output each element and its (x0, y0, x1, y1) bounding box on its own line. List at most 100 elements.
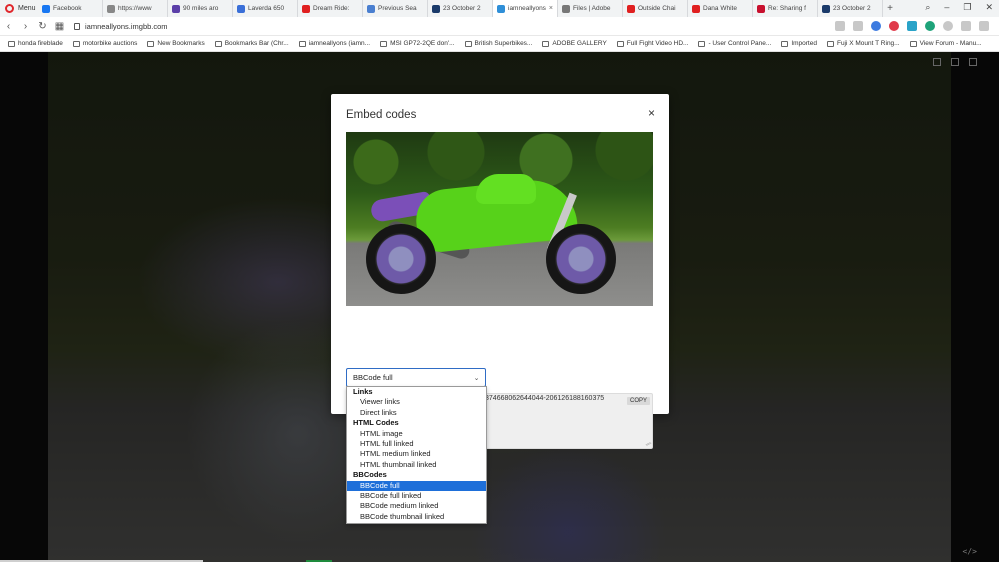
bookmark-label: iamneallyons (iamn... (308, 40, 371, 47)
close-modal-icon[interactable]: × (648, 106, 655, 120)
close-viewer-icon[interactable] (969, 58, 977, 66)
bookmark-item[interactable]: View Forum - Manu... (909, 40, 982, 47)
dropdown-option[interactable]: HTML thumbnail linked (347, 460, 486, 470)
favicon-icon (237, 4, 245, 13)
expand-icon[interactable] (951, 58, 959, 66)
fullscreen-icon[interactable] (933, 58, 941, 66)
menu-label: Menu (18, 5, 36, 12)
dropdown-option[interactable]: BBCode medium linked (347, 501, 486, 511)
bookmark-label: View Forum - Manu... (919, 40, 982, 47)
browser-tab[interactable]: 23 October 2 (818, 0, 883, 17)
opera-menu-button[interactable]: Menu (0, 0, 38, 17)
bookmark-item[interactable]: Bookmarks Bar (Chr... (214, 40, 289, 47)
url-text: iamneallyons.imgbb.com (85, 21, 168, 31)
bookmark-item[interactable]: honda fireblade (8, 40, 63, 47)
bookmark-item[interactable]: British Superbikes... (464, 40, 533, 47)
settings-menu-icon[interactable] (979, 21, 989, 31)
back-icon[interactable]: ‹ (0, 21, 17, 32)
bookmark-label: - User Control Pane... (708, 40, 772, 47)
dropdown-option[interactable]: HTML full linked (347, 439, 486, 449)
browser-tab[interactable]: Outside Chai (623, 0, 688, 17)
restore-icon[interactable]: ❐ (963, 2, 971, 13)
browser-tab[interactable]: 90 miles aro (168, 0, 233, 17)
tab-label: Previous Sea (378, 5, 417, 12)
dropdown-option[interactable]: Direct links (347, 408, 486, 418)
download-icon[interactable] (961, 21, 971, 31)
bookmark-label: honda fireblade (18, 40, 63, 47)
tab-label: Laverda 650 (248, 5, 285, 12)
bookmark-folder-icon (72, 40, 80, 47)
browser-tab[interactable]: https://www (103, 0, 168, 17)
tab-label: Re: Sharing f (768, 5, 806, 12)
preview-front-wheel (546, 224, 616, 294)
favicon-icon (757, 4, 765, 13)
minimize-icon[interactable]: – (944, 2, 949, 13)
bookmark-item[interactable]: Full Fight Video HD... (616, 40, 688, 47)
favicon-icon (627, 4, 635, 13)
favicon-icon (562, 4, 570, 13)
search-icon[interactable]: ⌕ (925, 2, 930, 13)
bookmark-label: Fuji X Mount T Ring... (836, 40, 900, 47)
tab-label: 90 miles aro (183, 5, 219, 12)
browser-tab[interactable]: Dream Ride: (298, 0, 363, 17)
tab-label: 23 October 2 (443, 5, 481, 12)
browser-tab[interactable]: iamneallyons × (493, 0, 558, 17)
tab-grid-icon[interactable]: ▦ (51, 21, 68, 32)
embed-code-text: 59-5374668062644044-2061261881603​75 (471, 395, 605, 402)
dropdown-group-label: Links (353, 387, 373, 396)
bookmark-label: British Superbikes... (474, 40, 533, 47)
new-tab-button[interactable]: + (883, 3, 897, 14)
dropdown-option[interactable]: HTML image (347, 429, 486, 439)
favicon-icon (42, 4, 50, 13)
heart-icon[interactable] (889, 21, 899, 31)
bookmark-item[interactable]: - User Control Pane... (698, 40, 771, 47)
opera-logo-icon (5, 4, 14, 13)
favicon-icon (497, 4, 505, 13)
code-icon[interactable]: </> (963, 547, 977, 556)
account-icon[interactable] (943, 21, 953, 31)
favicon-icon (367, 4, 375, 13)
bookmark-label: Bookmarks Bar (Chr... (224, 40, 289, 47)
reload-icon[interactable]: ↻ (34, 21, 51, 32)
bookmark-item[interactable]: ADOBE GALLERY (542, 40, 607, 47)
screenshot-icon[interactable] (835, 21, 845, 31)
bookmark-item[interactable]: New Bookmarks (147, 40, 205, 47)
dropdown-option[interactable]: Viewer links (347, 397, 486, 407)
browser-tab[interactable]: Files | Adobe (558, 0, 623, 17)
extension-icons (835, 21, 989, 31)
viewer-toolbar (933, 58, 977, 66)
extension-puzzle-icon[interactable] (907, 21, 917, 31)
vpn-icon[interactable] (925, 21, 935, 31)
chevron-down-icon: ⌄ (473, 374, 480, 382)
bookmark-item[interactable]: MSI GP72-2QE don'... (380, 40, 455, 47)
browser-tab[interactable]: 23 October 2 (428, 0, 493, 17)
browser-tab[interactable]: Previous Sea (363, 0, 428, 17)
dropdown-option[interactable]: HTML medium linked (347, 449, 486, 459)
url-field[interactable]: iamneallyons.imgbb.com (74, 22, 168, 31)
close-tab-icon[interactable]: × (549, 5, 553, 12)
copy-button[interactable]: COPY (627, 397, 651, 405)
browser-tab[interactable]: Facebook (38, 0, 103, 17)
dropdown-option[interactable]: BBCode full (347, 480, 486, 491)
browser-tab[interactable]: Laverda 650 (233, 0, 298, 17)
embed-type-select[interactable]: BBCode full ⌄ (346, 368, 486, 387)
dropdown-option[interactable]: BBCode full linked (347, 491, 486, 501)
dropdown-option[interactable]: BBCode thumbnail linked (347, 512, 486, 522)
camera-icon[interactable] (853, 21, 863, 31)
embed-codes-modal: Embed codes × BBCode full ⌄ 59-537466806… (331, 94, 669, 449)
bookmark-folder-icon (298, 40, 306, 47)
shield-icon[interactable] (871, 21, 881, 31)
bookmark-item[interactable]: motorbike auctions (72, 40, 137, 47)
favicon-icon (432, 4, 440, 13)
browser-tab[interactable]: Re: Sharing f (753, 0, 818, 17)
bookmark-item[interactable]: Fuji X Mount T Ring... (826, 40, 900, 47)
dropdown-group-label: BBCodes (353, 470, 387, 480)
tab-label: iamneallyons (508, 5, 546, 12)
favicon-icon (822, 4, 830, 13)
bookmark-item[interactable]: iamneallyons (iamn... (298, 40, 371, 47)
close-window-icon[interactable]: ✕ (985, 2, 993, 13)
window-controls: ⌕ – ❐ ✕ (925, 2, 993, 13)
forward-icon[interactable]: › (17, 21, 34, 32)
bookmark-item[interactable]: Imported (781, 40, 817, 47)
browser-tab[interactable]: Dana White (688, 0, 753, 17)
